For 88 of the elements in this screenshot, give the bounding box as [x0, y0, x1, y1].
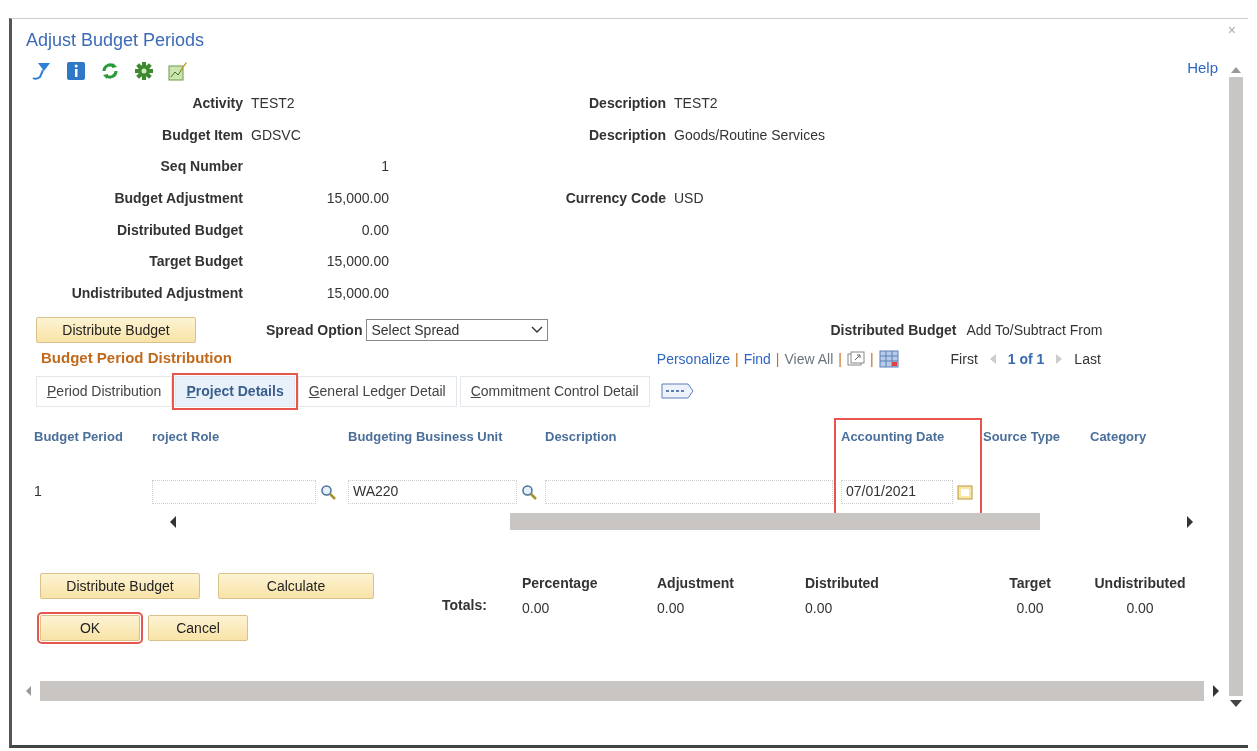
last-label: Last: [1074, 349, 1101, 369]
field-value: TEST2: [674, 94, 719, 114]
window-title: Adjust Budget Periods: [26, 29, 205, 52]
field-value: USD: [674, 189, 705, 209]
field-value: 1: [380, 157, 390, 177]
grid-scrollbar[interactable]: [510, 513, 1040, 531]
gear-icon[interactable]: [134, 61, 154, 81]
input-field[interactable]: [152, 479, 316, 504]
field-label: Seq Number: [159, 157, 243, 177]
field-value: 15,000.00: [325, 283, 390, 303]
totals-value: 0.00: [805, 598, 833, 618]
link-separator: |: [869, 349, 874, 369]
field-label: Undistributed Adjustment: [70, 283, 243, 303]
chart-edit-icon[interactable]: [168, 61, 188, 81]
link-separator: |: [775, 349, 780, 369]
totals-label: Totals:: [442, 595, 488, 615]
field-label: Description: [588, 125, 666, 145]
field-label: Target Budget: [148, 252, 243, 272]
field-value: Goods/Routine Services: [674, 125, 826, 145]
field-label: Budget Item: [161, 125, 243, 145]
grid-link[interactable]: Personalize: [656, 348, 730, 370]
spreadsheet-download-icon[interactable]: [878, 350, 899, 369]
totals-header: Target: [1009, 573, 1051, 593]
field-value: Add To/Subtract From: [966, 320, 1103, 340]
link-separator: |: [735, 349, 739, 369]
row-count: 1 of 1: [1007, 349, 1045, 369]
column-header: Budget Period: [34, 427, 123, 446]
scroll-right-icon[interactable]: [1186, 515, 1194, 528]
field-value: GDSVC: [251, 125, 302, 145]
column-header: Budgeting Business Unit: [348, 427, 503, 446]
scroll-right-icon[interactable]: [1212, 684, 1220, 697]
field-label: Currency Code: [564, 189, 666, 209]
input-field[interactable]: [545, 479, 833, 504]
totals-value: 0.00: [1126, 598, 1154, 618]
field-label: Distributed Budget: [116, 220, 243, 240]
totals-header: Undistributed: [1094, 573, 1186, 593]
vertical-scrollbar[interactable]: [1228, 67, 1244, 707]
totals-header: Adjustment: [657, 573, 734, 593]
column-header: roject Role: [152, 427, 220, 446]
scroll-left-icon[interactable]: [169, 515, 177, 528]
field-label: Description: [588, 94, 666, 114]
section-title: Budget Period Distribution: [41, 348, 232, 369]
column-header: Description: [545, 427, 617, 446]
spread-option-label: Spread Option: [266, 320, 363, 340]
footer-button[interactable]: OK: [40, 614, 140, 641]
show-all-columns-icon[interactable]: [660, 382, 695, 401]
search-icon[interactable]: [320, 483, 336, 500]
input-field[interactable]: WA220: [348, 479, 518, 504]
footer-button[interactable]: Cancel: [148, 614, 248, 641]
grid-link[interactable]: View All: [784, 348, 834, 370]
input-field[interactable]: 07/01/2021: [841, 479, 953, 504]
totals-value: 0.00: [1016, 598, 1044, 618]
scroll-up-icon[interactable]: [1231, 67, 1241, 73]
info-icon[interactable]: [66, 61, 86, 81]
link-separator: |: [838, 349, 842, 369]
distribute-budget-button[interactable]: Distribute Budget: [36, 317, 196, 344]
horizontal-scrollbar[interactable]: [40, 680, 1204, 701]
tab[interactable]: Project Details: [175, 375, 295, 407]
field-label: Activity: [191, 94, 243, 114]
totals-header: Percentage: [522, 573, 598, 593]
field-label: Budget Adjustment: [113, 189, 243, 209]
search-icon[interactable]: [521, 483, 537, 500]
totals-value: 0.00: [522, 598, 550, 618]
totals-value: 0.00: [657, 598, 685, 618]
field-value: TEST2: [251, 94, 296, 114]
refresh-icon[interactable]: [100, 61, 120, 81]
zoom-grid-icon[interactable]: [846, 351, 865, 368]
caret-icon: [531, 326, 544, 335]
column-header: Category: [1090, 427, 1147, 446]
field-value: 0.00: [360, 220, 390, 240]
scroll-down-icon[interactable]: [1230, 700, 1242, 707]
tab[interactable]: General Ledger Detail: [297, 375, 457, 407]
field-value: 15,000.00: [325, 189, 390, 209]
first-label: First: [950, 349, 978, 369]
grid-link[interactable]: Find: [743, 348, 771, 370]
totals-header: Distributed: [805, 573, 879, 593]
column-header: Accounting Date: [841, 427, 945, 446]
action-button[interactable]: Calculate: [218, 572, 374, 599]
spread-option-select[interactable]: Select Spread: [366, 319, 549, 342]
tab[interactable]: Commitment Control Detail: [459, 375, 650, 407]
field-value: 15,000.00: [325, 252, 390, 272]
table-cell-text: 1: [34, 482, 42, 502]
action-button[interactable]: Distribute Budget: [40, 572, 200, 599]
tab[interactable]: Period Distribution: [36, 375, 173, 407]
help-link[interactable]: Help: [1187, 57, 1218, 80]
column-header: Source Type: [983, 427, 1061, 446]
field-label: Distributed Budget: [830, 320, 957, 340]
help-pin-icon[interactable]: [30, 61, 52, 81]
